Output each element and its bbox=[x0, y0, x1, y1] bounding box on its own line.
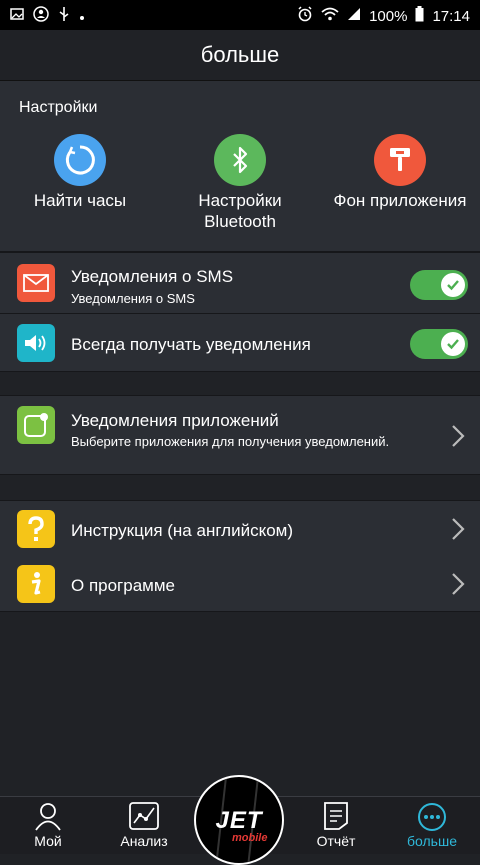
wifi-icon bbox=[321, 7, 339, 25]
account-icon bbox=[33, 6, 49, 26]
about-row[interactable]: О программе bbox=[0, 557, 480, 612]
find-watch-label: Найти часы bbox=[33, 191, 127, 210]
battery-icon bbox=[415, 6, 424, 26]
app-notifications-subtitle: Выберите приложения для получения уведом… bbox=[71, 434, 390, 449]
bluetooth-icon bbox=[214, 134, 266, 186]
always-notifications-row[interactable]: Всегда получать уведомления bbox=[0, 314, 480, 372]
bluetooth-settings-label-line2: Bluetooth bbox=[204, 212, 276, 231]
sms-notifications-toggle[interactable] bbox=[410, 270, 468, 300]
check-icon bbox=[441, 273, 465, 297]
settings-label: Настройки bbox=[19, 99, 98, 116]
section-gap bbox=[0, 372, 480, 394]
instructions-row[interactable]: Инструкция (на английском) bbox=[0, 500, 480, 558]
always-notifications-title: Всегда получать уведомления bbox=[71, 335, 311, 354]
clock-time: 17:14 bbox=[432, 7, 470, 25]
app-notifications-title: Уведомления приложений bbox=[71, 411, 279, 430]
find-watch-icon bbox=[54, 134, 106, 186]
tab-report[interactable]: Отчёт bbox=[296, 797, 376, 854]
app-background-label: Фон приложения bbox=[333, 191, 467, 210]
sms-notifications-title: Уведомления о SMS bbox=[71, 267, 234, 286]
tab-my[interactable]: Мой bbox=[8, 797, 88, 854]
center-logo-button[interactable]: JET mobile bbox=[194, 775, 284, 865]
signal-icon bbox=[347, 7, 361, 25]
status-right-icons: 100% 17:14 bbox=[297, 6, 470, 26]
alarm-icon bbox=[297, 6, 313, 26]
paint-roller-icon bbox=[374, 134, 426, 186]
app-notification-icon bbox=[17, 406, 55, 444]
page-title: больше bbox=[200, 42, 280, 67]
sms-notifications-row[interactable]: Уведомления о SMS Уведомления о SMS bbox=[0, 253, 480, 314]
app-notifications-row[interactable]: Уведомления приложений Выберите приложен… bbox=[0, 395, 480, 476]
settings-section: Настройки Найти часы Настройки Bluetooth… bbox=[0, 81, 480, 253]
app-header: больше bbox=[0, 30, 480, 81]
dot-icon bbox=[79, 8, 85, 25]
bluetooth-settings-label: Настройки Bluetooth bbox=[160, 190, 320, 232]
app-background-button[interactable]: Фон приложения bbox=[320, 134, 480, 211]
battery-percent: 100% bbox=[369, 7, 408, 25]
speaker-icon bbox=[17, 324, 55, 362]
bluetooth-settings-label-line1: Настройки bbox=[198, 191, 282, 210]
chevron-right-icon bbox=[452, 573, 465, 595]
usb-icon bbox=[58, 6, 70, 26]
image-notification-icon bbox=[10, 7, 24, 25]
sms-notifications-subtitle: Уведомления о SMS bbox=[71, 291, 195, 306]
question-icon bbox=[17, 510, 55, 548]
tab-more[interactable]: больше bbox=[392, 797, 472, 854]
more-icon bbox=[418, 803, 446, 831]
status-left-icons bbox=[10, 6, 85, 26]
tab-report-label: Отчёт bbox=[316, 833, 356, 849]
tab-more-label: больше bbox=[407, 833, 457, 849]
status-bar: 100% 17:14 bbox=[0, 0, 480, 30]
chevron-right-icon bbox=[452, 518, 465, 540]
chart-icon bbox=[129, 802, 159, 830]
tab-analysis[interactable]: Анализ bbox=[104, 797, 184, 854]
jet-logo-sub: mobile bbox=[232, 832, 268, 844]
about-title: О программе bbox=[71, 576, 176, 595]
info-icon bbox=[17, 565, 55, 603]
chevron-right-icon bbox=[452, 425, 465, 447]
jet-logo: JET bbox=[215, 807, 263, 834]
bluetooth-settings-button[interactable]: Настройки Bluetooth bbox=[160, 134, 320, 232]
section-gap bbox=[0, 475, 480, 499]
instructions-title: Инструкция (на английском) bbox=[71, 521, 293, 540]
always-notifications-toggle[interactable] bbox=[410, 329, 468, 359]
report-icon bbox=[324, 802, 348, 830]
check-icon bbox=[441, 332, 465, 356]
person-icon bbox=[35, 803, 61, 831]
tab-analysis-label: Анализ bbox=[120, 833, 168, 849]
find-watch-button[interactable]: Найти часы bbox=[0, 134, 160, 211]
envelope-icon bbox=[17, 264, 55, 302]
tab-my-label: Мой bbox=[34, 833, 62, 849]
